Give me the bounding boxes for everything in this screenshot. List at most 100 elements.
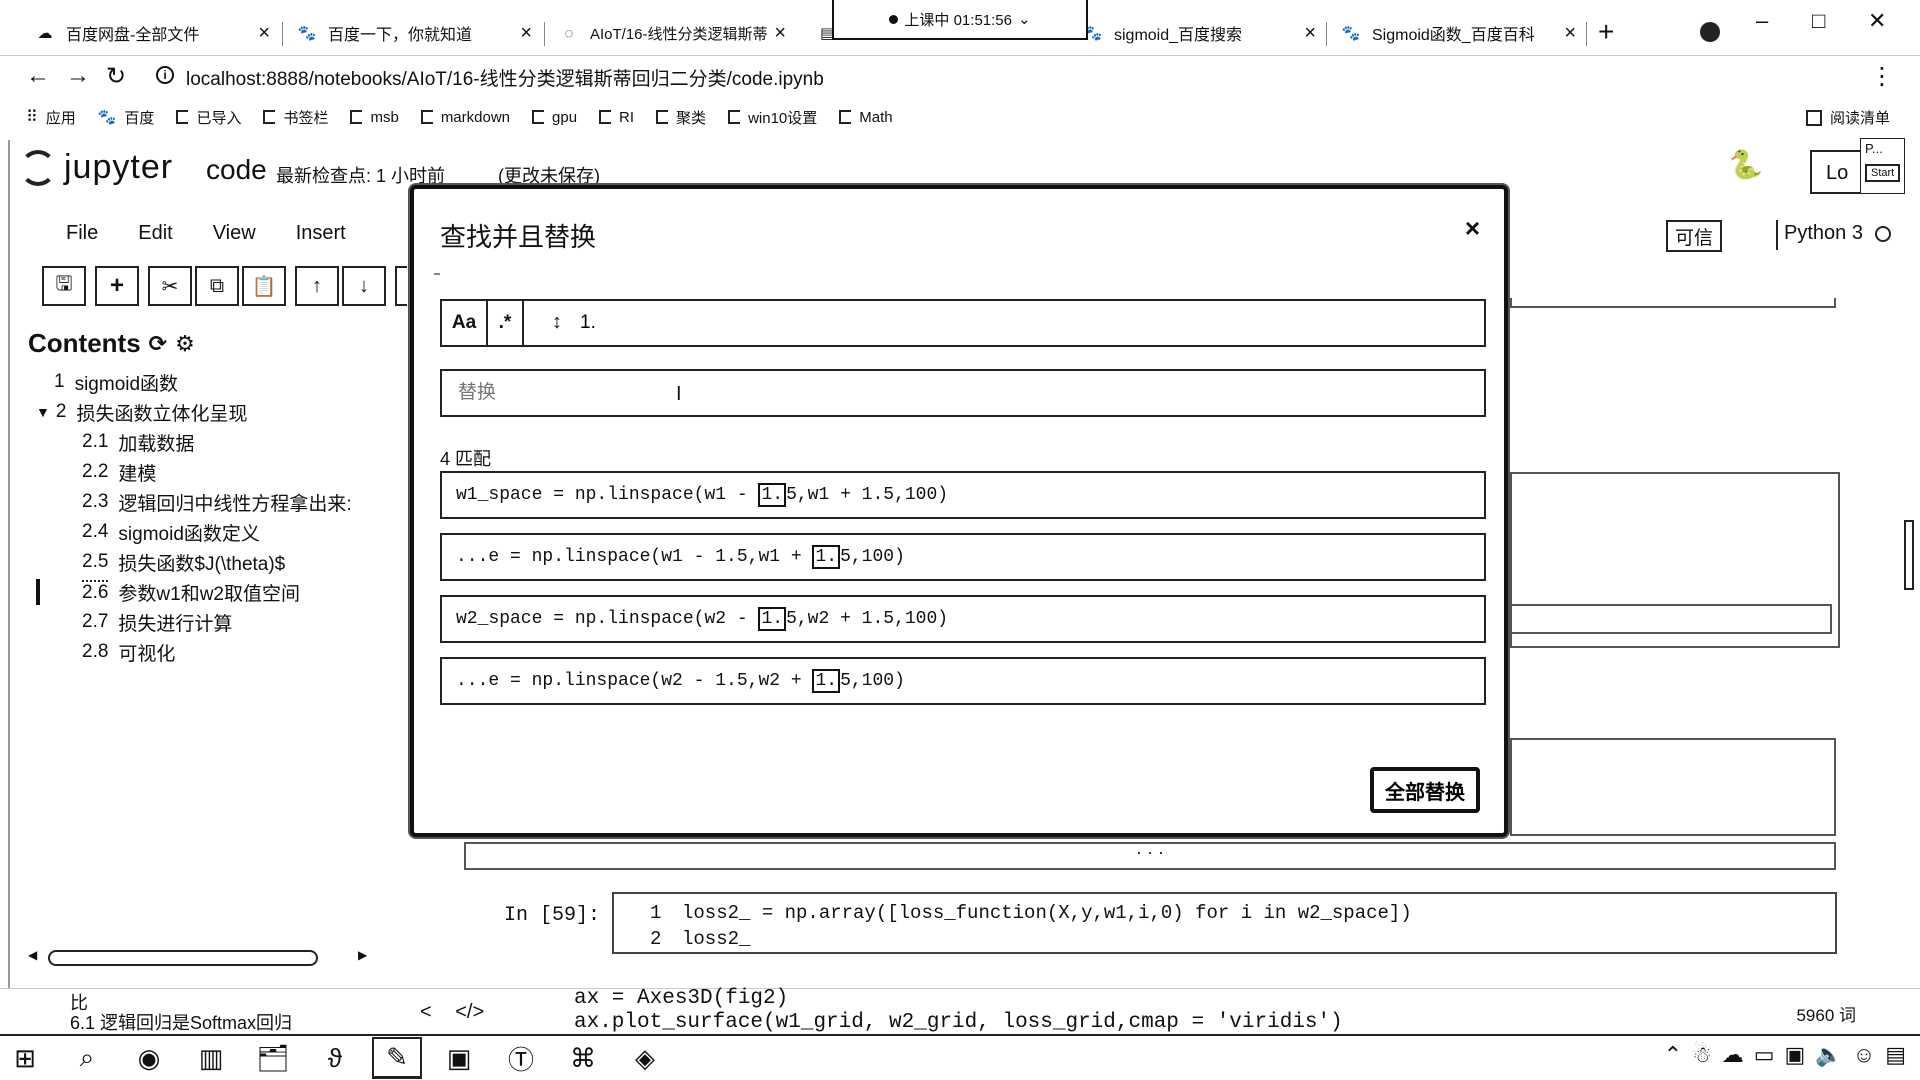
close-icon[interactable]: × [1465, 213, 1480, 244]
profile-icon[interactable] [1700, 22, 1720, 42]
scrollbar-thumb[interactable] [48, 950, 318, 966]
toc-horizontal-scrollbar[interactable]: ◀ ▶ [28, 948, 368, 968]
tab-baidu-pan[interactable]: ☁ 百度网盘-全部文件 × [22, 12, 280, 54]
selection-scope-icon[interactable]: ↕ [552, 311, 562, 334]
tab-baidu-home[interactable]: 🐾 百度一下，你就知道 × [284, 12, 542, 54]
bookmark-folder[interactable]: gpu [532, 109, 577, 126]
bookmark-folder[interactable]: RI [599, 109, 634, 126]
reload-button[interactable]: ↻ [106, 62, 126, 91]
screen-capture-icon[interactable]: ▣ [434, 1037, 484, 1079]
cloud-icon[interactable]: ☁ [1722, 1042, 1744, 1068]
bookmark-folder[interactable]: Math [839, 109, 893, 126]
cut-button[interactable]: ✂ [148, 266, 192, 306]
python-app-icon[interactable]: ⌘ [558, 1037, 608, 1079]
toc-item[interactable]: 2.5 损失函数$J(\theta)$ [28, 547, 388, 577]
insert-cell-button[interactable]: + [95, 266, 139, 306]
menu-file[interactable]: File [66, 222, 98, 245]
back-button[interactable]: ← [26, 62, 50, 90]
new-tab-button[interactable]: + [1598, 16, 1614, 48]
bookmark-folder[interactable]: msb [350, 109, 399, 126]
regex-button[interactable]: .* [488, 301, 524, 345]
prev-button[interactable]: < [420, 1001, 432, 1023]
info-icon[interactable]: i [156, 66, 174, 84]
match-item[interactable]: w1_space = np.linspace(w1 - 1. 5,w1 + 1.5… [440, 471, 1486, 519]
paste-button[interactable]: 📋 [242, 266, 286, 306]
toc-item[interactable]: 2.2 建模 [28, 457, 388, 487]
code-view-icon[interactable]: </> [455, 1001, 484, 1023]
caret-down-icon[interactable]: ▼ [36, 404, 50, 420]
move-down-button[interactable]: ↓ [342, 266, 386, 306]
app-icon[interactable]: ϑ [310, 1037, 360, 1079]
toc-item[interactable]: 2.4 sigmoid函数定义 [28, 517, 388, 547]
bookmark-apps[interactable]: ⠿ 应用 [26, 107, 76, 128]
pen-tool-icon[interactable]: ✎ [372, 1037, 422, 1079]
match-item[interactable]: ...e = np.linspace(w1 - 1.5,w1 + 1. 5,100… [440, 533, 1486, 581]
maximize-button[interactable]: □ [1812, 8, 1825, 34]
find-input[interactable] [524, 301, 1484, 345]
match-item[interactable]: w2_space = np.linspace(w2 - 1. 5,w2 + 1.5… [440, 595, 1486, 643]
toc-item[interactable]: 2.7 损失进行计算 [28, 607, 388, 637]
cube-app-icon[interactable]: ◈ [620, 1037, 670, 1079]
bookmark-folder[interactable]: 聚类 [656, 107, 706, 128]
close-window-button[interactable]: ✕ [1868, 8, 1886, 34]
toc-item[interactable]: 2.1 加载数据 [28, 427, 388, 457]
file-explorer-icon[interactable]: 🗂 [248, 1037, 298, 1079]
minimize-button[interactable]: – [1756, 8, 1768, 34]
tab-close-icon[interactable]: × [774, 22, 786, 45]
scrollbar-thumb[interactable] [1904, 520, 1914, 590]
search-icon[interactable]: ⌕ [62, 1037, 112, 1079]
tab-sigmoid-baike[interactable]: 🐾 Sigmoid函数_百度百科 × [1328, 12, 1586, 54]
replace-input[interactable] [440, 369, 1486, 417]
tab-sigmoid-search[interactable]: 🐾 sigmoid_百度搜索 × [1068, 12, 1326, 54]
chevron-up-icon[interactable]: ⌃ [1664, 1042, 1682, 1068]
jupyter-logo[interactable]: jupyter [20, 148, 173, 187]
match-case-button[interactable]: Aa [442, 301, 488, 345]
notification-icon[interactable]: ▤ [1885, 1042, 1906, 1068]
tab-close-icon[interactable]: × [1304, 22, 1316, 45]
bookmark-folder[interactable]: win10设置 [728, 107, 817, 128]
tab-close-icon[interactable]: × [520, 22, 532, 45]
task-view-icon[interactable]: ▥ [186, 1037, 236, 1079]
kernel-indicator[interactable]: Python 3 [1784, 222, 1891, 245]
toc-item[interactable]: 2.8 可视化 [28, 637, 388, 667]
typora-icon[interactable]: Ⓣ [496, 1037, 546, 1079]
ime-icon[interactable]: ☺ [1853, 1042, 1875, 1068]
volume-icon[interactable]: 🔈 [1815, 1042, 1842, 1068]
menu-view[interactable]: View [213, 222, 256, 245]
tab-close-icon[interactable]: × [258, 22, 270, 45]
scroll-left-icon[interactable]: ◀ [28, 948, 37, 962]
save-button[interactable]: 🖫 [42, 266, 86, 306]
bookmark-baidu[interactable]: 🐾 百度 [98, 107, 155, 128]
menu-edit[interactable]: Edit [138, 222, 172, 245]
snowman-icon[interactable]: ☃ [1692, 1042, 1712, 1068]
collapsed-output[interactable]: · · · [464, 842, 1836, 870]
browser-menu-button[interactable]: ⋮ [1870, 62, 1894, 91]
run-button-partial[interactable] [395, 266, 407, 306]
bookmark-folder[interactable]: 书签栏 [263, 107, 328, 128]
refresh-icon[interactable]: ⟳ [149, 331, 167, 357]
windows-start-icon[interactable]: ⊞ [0, 1037, 50, 1079]
bookmark-folder[interactable]: 已导入 [176, 107, 241, 128]
toc-item[interactable]: 1 sigmoid函数 [28, 367, 388, 397]
tab-jupyter-notebook[interactable]: ◌ AIoT/16-线性分类逻辑斯蒂 × [546, 12, 796, 54]
menu-insert[interactable]: Insert [296, 222, 346, 245]
toc-item-active[interactable]: 2.6 参数w1和w2取值空间 [28, 577, 388, 607]
gear-icon[interactable]: ⚙ [175, 331, 195, 357]
display-icon[interactable]: ▣ [1785, 1042, 1806, 1068]
trusted-badge[interactable]: 可信 [1666, 220, 1722, 252]
bookmark-folder[interactable]: markdown [420, 109, 510, 126]
code-cell[interactable]: 1 loss2_ = np.array([loss_function(X,y,w1… [612, 892, 1837, 954]
replace-all-button[interactable]: 全部替换 [1370, 767, 1480, 813]
copy-button[interactable]: ⧉ [195, 266, 239, 306]
toc-item[interactable]: 2.3 逻辑回归中线性方程拿出来: [28, 487, 388, 517]
forward-button[interactable]: → [66, 62, 90, 90]
tab-close-icon[interactable]: × [1564, 22, 1576, 45]
notebook-name[interactable]: code [206, 154, 267, 186]
start-button[interactable]: Start [1865, 164, 1900, 182]
reading-list-button[interactable]: 阅读清单 [1805, 107, 1890, 128]
url-field[interactable]: localhost:8888/notebooks/AIoT/16-线性分类逻辑斯… [186, 64, 824, 91]
page-vertical-scrollbar[interactable] [1902, 140, 1918, 988]
battery-icon[interactable]: ▭ [1754, 1042, 1775, 1068]
class-timer[interactable]: 上课中 01:51:56 ⌄ [832, 0, 1088, 40]
scroll-right-icon[interactable]: ▶ [358, 948, 367, 962]
